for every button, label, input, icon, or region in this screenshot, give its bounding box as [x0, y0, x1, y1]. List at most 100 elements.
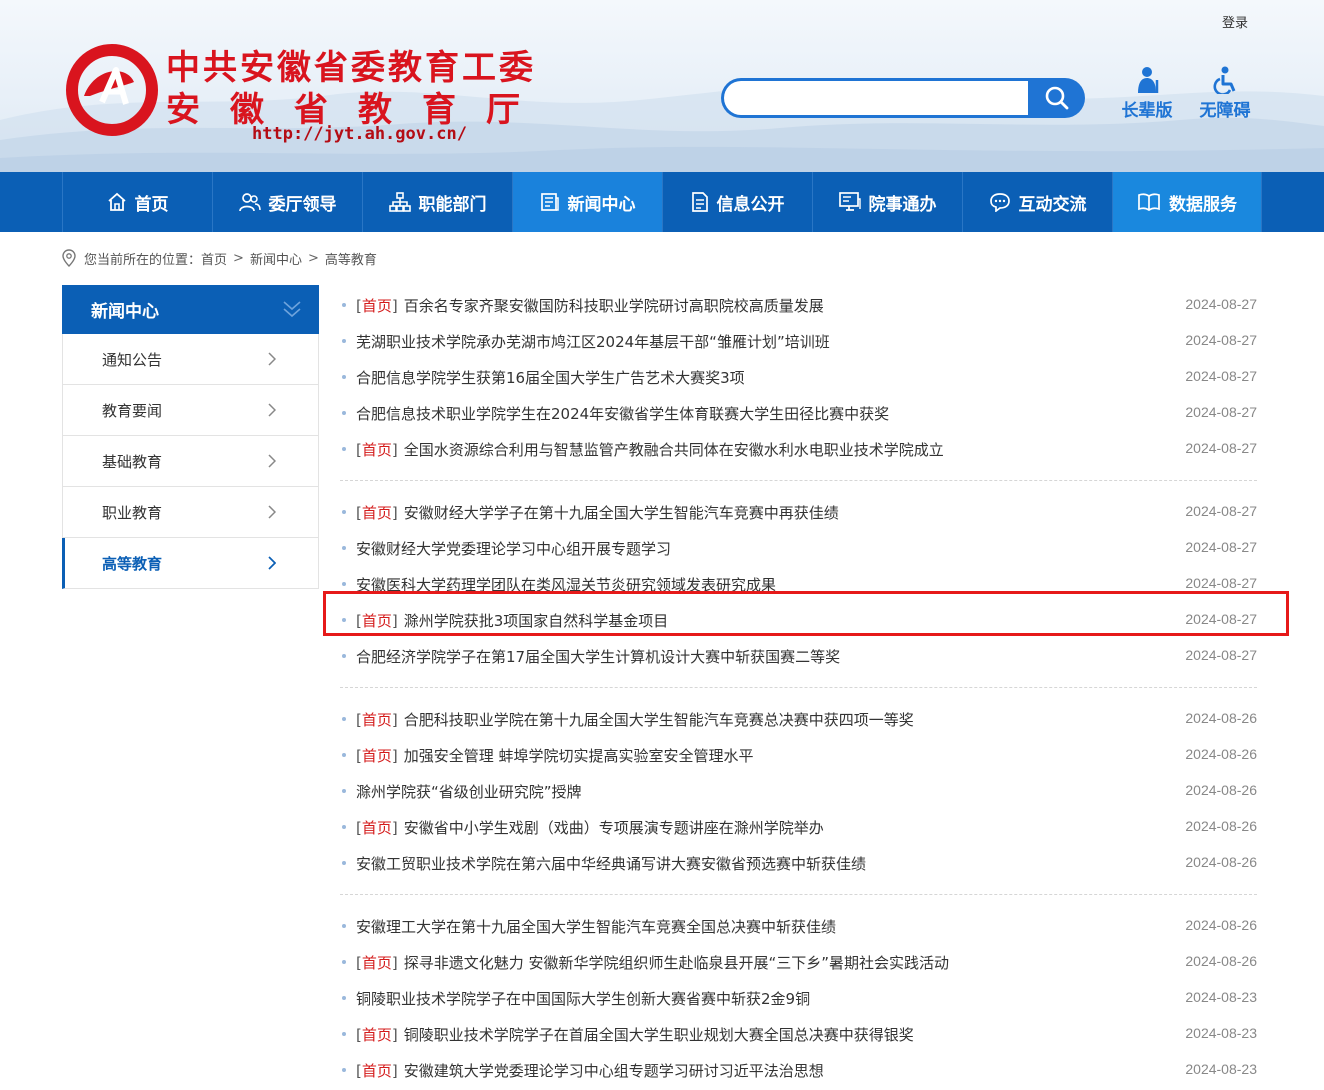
news-title[interactable]: 铜陵职业技术学院学子在首届全国大学生职业规划大赛全国总决赛中获得银奖 [404, 1024, 914, 1045]
sidebar-item-basic-edu[interactable]: 基础教育 [62, 436, 319, 487]
sidebar-item-edu-news[interactable]: 教育要闻 [62, 385, 319, 436]
tag-text: 首页 [361, 818, 392, 837]
tag-text: 首页 [361, 440, 392, 459]
home-tag[interactable]: [首页] [356, 502, 398, 523]
news-date: 2024-08-27 [1185, 332, 1257, 348]
news-row[interactable]: [首页] 探寻非遗文化魅力 安徽新华学院组织师生赴临泉县开展“三下乡”暑期社会实践… [340, 944, 1257, 980]
news-row[interactable]: [首页] 全国水资源综合利用与智慧监管产教融合共同体在安徽水利水电职业技术学院成立… [340, 431, 1257, 467]
news-title[interactable]: 滁州学院获“省级创业研究院”授牌 [356, 781, 582, 802]
news-title[interactable]: 芜湖职业技术学院承办芜湖市鸠江区2024年基层干部“雏雁计划”培训班 [356, 331, 830, 352]
nav-item-interaction[interactable]: 互动交流 [962, 172, 1112, 232]
news-title[interactable]: 安徽财经大学学子在第十九届全国大学生智能汽车竞赛中再获佳绩 [404, 502, 839, 523]
news-row[interactable]: 安徽工贸职业技术学院在第六届中华经典诵写讲大赛安徽省预选赛中斩获佳绩 2024-0… [340, 845, 1257, 881]
news-title[interactable]: 安徽工贸职业技术学院在第六届中华经典诵写讲大赛安徽省预选赛中斩获佳绩 [356, 853, 866, 874]
nav-label: 数据服务 [1169, 194, 1237, 215]
sidebar-item-vocational-edu[interactable]: 职业教育 [62, 487, 319, 538]
home-tag[interactable]: [首页] [356, 709, 398, 730]
elder-mode-button[interactable]: 长辈版 [1115, 66, 1179, 121]
login-link[interactable]: 登录 [1222, 12, 1248, 31]
news-title[interactable]: 合肥科技职业学院在第十九届全国大学生智能汽车竞赛总决赛中获四项一等奖 [404, 709, 914, 730]
nav-item-data-service[interactable]: 数据服务 [1112, 172, 1262, 232]
location-pin-icon [62, 249, 76, 267]
news-row[interactable]: [首页] 滁州学院获批3项国家自然科学基金项目 2024-08-27 [340, 602, 1257, 638]
news-title[interactable]: 百余名专家齐聚安徽国防科技职业学院研讨高职院校高质量发展 [404, 295, 824, 316]
accessibility-button[interactable]: 无障碍 [1193, 66, 1257, 121]
home-tag[interactable]: [首页] [356, 817, 398, 838]
tag-text: 首页 [361, 953, 392, 972]
news-date: 2024-08-27 [1185, 647, 1257, 663]
news-row[interactable]: 安徽理工大学在第十九届全国大学生智能汽车竞赛全国总决赛中斩获佳绩 2024-08-… [340, 908, 1257, 944]
news-title[interactable]: 铜陵职业技术学院学子在中国国际大学生创新大赛省赛中斩获2金9铜 [356, 988, 810, 1009]
home-tag[interactable]: [首页] [356, 295, 398, 316]
home-tag[interactable]: [首页] [356, 610, 398, 631]
nav-item-home[interactable]: 首页 [62, 172, 212, 232]
bullet-dot-icon [342, 825, 346, 829]
news-title[interactable]: 安徽财经大学党委理论学习中心组开展专题学习 [356, 538, 671, 559]
news-row[interactable]: 安徽医科大学药理学团队在类风湿关节炎研究领域发表研究成果 2024-08-27 [340, 566, 1257, 602]
home-tag[interactable]: [首页] [356, 1060, 398, 1081]
news-date: 2024-08-23 [1185, 1025, 1257, 1041]
tag-bracket: ] [391, 710, 398, 729]
news-row[interactable]: [首页] 加强安全管理 蚌埠学院切实提高实验室安全管理水平 2024-08-26 [340, 737, 1257, 773]
news-date: 2024-08-26 [1185, 953, 1257, 969]
bullet-dot-icon [342, 654, 346, 658]
sidebar-item-label: 高等教育 [102, 554, 163, 573]
home-tag[interactable]: [首页] [356, 952, 398, 973]
news-row[interactable]: [首页] 安徽财经大学学子在第十九届全国大学生智能汽车竞赛中再获佳绩 2024-08… [340, 494, 1257, 530]
sidebar-title-text: 新闻中心 [91, 302, 159, 322]
news-date: 2024-08-26 [1185, 746, 1257, 762]
home-tag[interactable]: [首页] [356, 1024, 398, 1045]
wheelchair-icon [1213, 66, 1236, 94]
sidebar-item-notices[interactable]: 通知公告 [62, 334, 319, 385]
nav-item-services[interactable]: 院事通办 [812, 172, 962, 232]
news-row[interactable]: 合肥信息学院学生获第16届全国大学生广告艺术大赛奖3项 2024-08-27 [340, 359, 1257, 395]
breadcrumb-current[interactable]: 高等教育 [325, 249, 377, 268]
news-row[interactable]: [首页] 安徽建筑大学党委理论学习中心组专题学习研讨习近平法治思想 2024-08-… [340, 1052, 1257, 1088]
news-row[interactable]: 芜湖职业技术学院承办芜湖市鸠江区2024年基层干部“雏雁计划”培训班 2024-0… [340, 323, 1257, 359]
news-row[interactable]: 安徽财经大学党委理论学习中心组开展专题学习 2024-08-27 [340, 530, 1257, 566]
news-title[interactable]: 合肥经济学院学子在第17届全国大学生计算机设计大赛中斩获国赛二等奖 [356, 646, 840, 667]
nav-item-departments[interactable]: 职能部门 [362, 172, 512, 232]
nav-item-news[interactable]: 新闻中心 [512, 172, 662, 232]
news-row[interactable]: [首页] 百余名专家齐聚安徽国防科技职业学院研讨高职院校高质量发展 2024-08-… [340, 287, 1257, 323]
news-title[interactable]: 滁州学院获批3项国家自然科学基金项目 [404, 610, 669, 631]
breadcrumb-prefix: 您当前所在的位置： [84, 252, 202, 268]
nav-item-info-public[interactable]: 信息公开 [662, 172, 812, 232]
breadcrumb-home[interactable]: 首页 [201, 249, 227, 268]
bullet-dot-icon [342, 618, 346, 622]
news-row[interactable]: 合肥经济学院学子在第17届全国大学生计算机设计大赛中斩获国赛二等奖 2024-08… [340, 638, 1257, 674]
tag-text: 首页 [361, 503, 392, 522]
bullet-dot-icon [342, 447, 346, 451]
sidebar-item-label: 职业教育 [102, 503, 163, 522]
search-icon [1045, 86, 1068, 110]
news-title[interactable]: 安徽理工大学在第十九届全国大学生智能汽车竞赛全国总决赛中斩获佳绩 [356, 916, 836, 937]
search-button[interactable] [1028, 78, 1085, 118]
news-row[interactable]: [首页] 铜陵职业技术学院学子在首届全国大学生职业规划大赛全国总决赛中获得银奖 20… [340, 1016, 1257, 1052]
elder-icon [1138, 67, 1159, 93]
news-title[interactable]: 安徽建筑大学党委理论学习中心组专题学习研讨习近平法治思想 [404, 1060, 824, 1081]
news-date: 2024-08-27 [1185, 539, 1257, 555]
news-title[interactable]: 合肥信息技术职业学院学生在2024年安徽省学生体育联赛大学生田径比赛中获奖 [356, 403, 889, 424]
news-title[interactable]: 探寻非遗文化魅力 安徽新华学院组织师生赴临泉县开展“三下乡”暑期社会实践活动 [404, 952, 949, 973]
news-row[interactable]: 滁州学院获“省级创业研究院”授牌 2024-08-26 [340, 773, 1257, 809]
home-tag[interactable]: [首页] [356, 439, 398, 460]
news-date: 2024-08-27 [1185, 440, 1257, 456]
news-title[interactable]: 加强安全管理 蚌埠学院切实提高实验室安全管理水平 [404, 745, 754, 766]
breadcrumb-news[interactable]: 新闻中心 [250, 249, 302, 268]
news-row[interactable]: 铜陵职业技术学院学子在中国国际大学生创新大赛省赛中斩获2金9铜 2024-08-2… [340, 980, 1257, 1016]
news-title[interactable]: 合肥信息学院学生获第16届全国大学生广告艺术大赛奖3项 [356, 367, 745, 388]
nav-item-leaders[interactable]: 委厅领导 [212, 172, 362, 232]
news-row[interactable]: 合肥信息技术职业学院学生在2024年安徽省学生体育联赛大学生田径比赛中获奖 202… [340, 395, 1257, 431]
search-input[interactable] [721, 78, 1030, 118]
home-tag[interactable]: [首页] [356, 745, 398, 766]
tag-bracket: ] [391, 611, 398, 630]
news-row[interactable]: [首页] 安徽省中小学生戏剧（戏曲）专项展演专题讲座在滁州学院举办 2024-08-… [340, 809, 1257, 845]
news-title[interactable]: 安徽省中小学生戏剧（戏曲）专项展演专题讲座在滁州学院举办 [404, 817, 824, 838]
sidebar-item-higher-edu[interactable]: 高等教育 [62, 538, 319, 589]
accessibility-label: 无障碍 [1199, 101, 1251, 121]
home-icon [107, 192, 126, 211]
news-row[interactable]: [首页] 合肥科技职业学院在第十九届全国大学生智能汽车竞赛总决赛中获四项一等奖 20… [340, 701, 1257, 737]
news-title[interactable]: 安徽医科大学药理学团队在类风湿关节炎研究领域发表研究成果 [356, 574, 776, 595]
chevron-right-icon [268, 556, 276, 570]
news-title[interactable]: 全国水资源综合利用与智慧监管产教融合共同体在安徽水利水电职业技术学院成立 [404, 439, 944, 460]
